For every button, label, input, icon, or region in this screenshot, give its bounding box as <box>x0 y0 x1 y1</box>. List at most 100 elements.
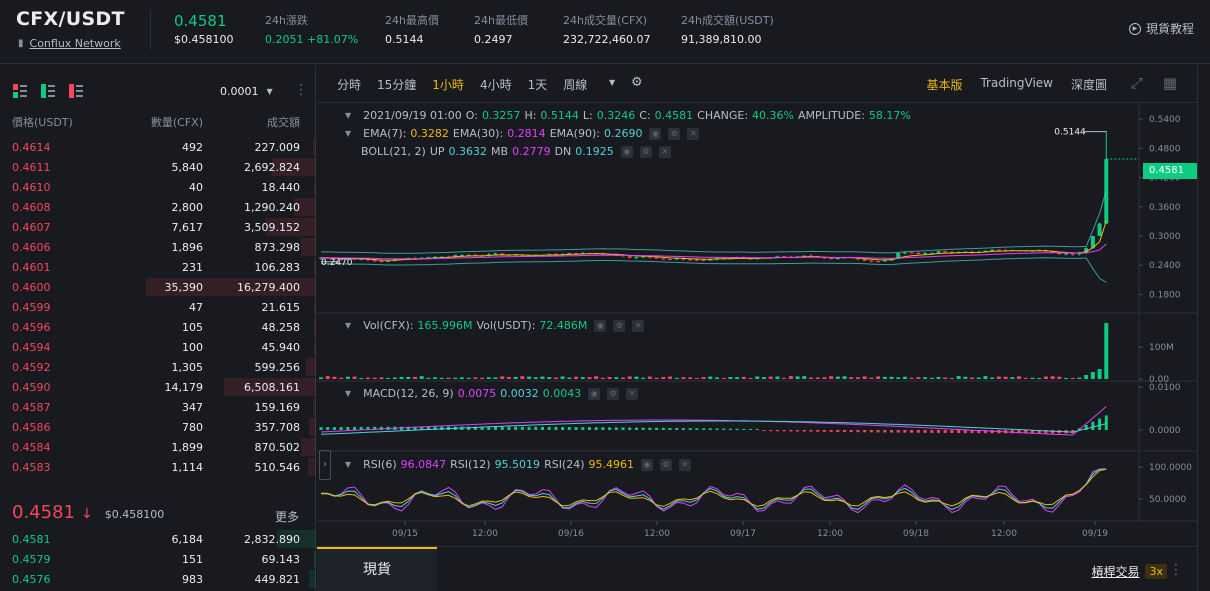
volume-bar <box>741 376 746 379</box>
orderbook-row[interactable]: 0.4583 1,114 510.546 <box>0 458 316 478</box>
pair-title[interactable]: CFX/USDT <box>16 8 125 30</box>
time-tick-label: 12:00 <box>817 529 843 539</box>
tab-spot[interactable]: 現貨 <box>317 547 437 591</box>
orderbook-row[interactable]: 0.4579 151 69.143 <box>0 550 316 570</box>
layout-asks-icon[interactable] <box>68 83 84 99</box>
orderbook-row[interactable]: 0.4600 35,390 16,279.400 <box>0 278 316 298</box>
tab-chart-view[interactable]: 基本版 <box>926 76 962 93</box>
tab-chart-view[interactable]: 深度圖 <box>1071 76 1107 93</box>
settings-icon[interactable]: ⚙ <box>613 319 626 332</box>
macd-hist-bar <box>876 430 880 433</box>
indicator-settings-icon[interactable]: ⚙ <box>631 75 643 90</box>
leverage-trading[interactable]: 槓桿交易 3x <box>1091 563 1167 580</box>
orderbook-row[interactable]: 0.4594 100 45.940 <box>0 338 316 358</box>
row-qty: 35,390 <box>164 281 204 294</box>
eye-icon[interactable]: ◉ <box>594 319 607 332</box>
orderbook-row[interactable]: 0.4614 492 227.009 <box>0 138 316 158</box>
orderbook-panel: 0.0001 ▼ ⋮ 價格(USDT) 數量(CFX) 成交額 0.4614 49… <box>0 65 316 591</box>
settings-icon[interactable]: ⚙ <box>639 145 652 158</box>
orderbook-row[interactable]: 0.4581 6,184 2,832.890 <box>0 530 316 550</box>
orderbook-row[interactable]: 0.4576 983 449.821 <box>0 570 316 590</box>
close-icon[interactable]: ✕ <box>632 319 645 332</box>
settings-icon[interactable]: ⚙ <box>607 387 620 400</box>
tab-chart-view[interactable]: TradingView <box>980 76 1053 93</box>
leverage-link[interactable]: 槓桿交易 <box>1091 563 1139 580</box>
macd-hist-bar <box>896 430 900 433</box>
volume-bar <box>439 377 444 379</box>
stat-label: 24h最低價 <box>474 14 528 27</box>
macd-hist-bar <box>561 426 565 430</box>
orderbook-row[interactable]: 0.4611 5,840 2,692.824 <box>0 158 316 178</box>
tab-interval[interactable]: 4小時 <box>480 76 512 93</box>
depth-bar <box>309 418 316 436</box>
layout-grid-icon[interactable]: ▦ <box>1163 74 1177 92</box>
caret-down-icon: ▼ <box>266 87 273 96</box>
more-vertical-icon[interactable]: ⋮ <box>294 82 308 98</box>
tab-interval[interactable]: 分時 <box>337 76 361 93</box>
orderbook-row[interactable]: 0.4590 14,179 6,508.161 <box>0 378 316 398</box>
orderbook-row[interactable]: 0.4608 2,800 1,290.240 <box>0 198 316 218</box>
macd-hist-bar <box>500 426 504 430</box>
volume-bar <box>1057 376 1062 379</box>
orderbook-row[interactable]: 0.4592 1,305 599.256 <box>0 358 316 378</box>
settings-icon[interactable]: ⚙ <box>660 458 673 471</box>
time-tick-label: 09/15 <box>392 529 418 539</box>
fullscreen-icon[interactable]: ⤢ <box>1131 74 1143 92</box>
collapse-triangle-icon[interactable]: ▼ <box>345 460 351 469</box>
ema30-label: EMA(30): <box>452 127 504 140</box>
stat-label: 24h漲跌 <box>265 14 308 27</box>
collapse-triangle-icon[interactable]: ▼ <box>345 321 351 330</box>
settings-icon[interactable]: ⚙ <box>668 127 681 140</box>
layout-both-icon[interactable] <box>12 83 28 99</box>
layout-bids-icon[interactable] <box>40 83 56 99</box>
tab-interval[interactable]: 1小時 <box>432 76 464 93</box>
tab-interval[interactable]: 周線 <box>563 76 587 93</box>
spot-tutorial-link[interactable]: ▶ 現貨教程 <box>1128 20 1194 37</box>
interval-caret-icon[interactable]: ▼ <box>609 78 615 87</box>
macd-hist-bar <box>554 426 558 430</box>
volume-bar <box>909 377 914 379</box>
orderbook-row[interactable]: 0.4607 7,617 3,509.152 <box>0 218 316 238</box>
collapse-triangle-icon[interactable]: ▼ <box>345 129 351 138</box>
orderbook-row[interactable]: 0.4587 347 159.169 <box>0 398 316 418</box>
macd-hist-bar <box>943 430 947 433</box>
eye-icon[interactable]: ◉ <box>588 387 601 400</box>
rsi24-label: RSI(24) <box>544 458 585 471</box>
orderbook-row[interactable]: 0.4584 1,899 870.502 <box>0 438 316 458</box>
chevron-right-icon[interactable]: › <box>319 450 331 480</box>
more-vertical-icon[interactable]: ⋮ <box>1169 562 1183 578</box>
eye-icon[interactable]: ◉ <box>649 127 662 140</box>
precision-select[interactable]: 0.0001 ▼ <box>220 85 273 98</box>
network-link[interactable]: Conflux Network <box>30 37 121 50</box>
collapse-triangle-icon[interactable]: ▼ <box>345 111 351 120</box>
depth-bar <box>314 318 316 336</box>
orderbook-row[interactable]: 0.4599 47 21.615 <box>0 298 316 318</box>
boll-dn-value: 0.1925 <box>575 145 614 158</box>
close-icon[interactable]: ✕ <box>658 145 671 158</box>
price-tick-label: 0.3000 <box>1149 232 1181 242</box>
tab-interval[interactable]: 15分鐘 <box>377 76 416 93</box>
orderbook-row[interactable]: 0.4586 780 357.708 <box>0 418 316 438</box>
macd-hist-bar <box>963 430 967 434</box>
orderbook-row[interactable]: 0.4601 231 106.283 <box>0 258 316 278</box>
eye-icon[interactable]: ◉ <box>641 458 654 471</box>
tab-interval[interactable]: 1天 <box>528 76 548 93</box>
orderbook-row[interactable]: 0.4610 40 18.440 <box>0 178 316 198</box>
more-link[interactable]: 更多 <box>275 508 299 525</box>
row-price: 0.4584 <box>12 441 51 454</box>
macd-hist-bar <box>802 430 806 432</box>
collapse-triangle-icon[interactable]: ▼ <box>345 389 351 398</box>
close-icon[interactable]: ✕ <box>687 127 700 140</box>
row-qty: 6,184 <box>171 533 204 546</box>
volume-bar <box>634 376 639 379</box>
orderbook-row[interactable]: 0.4596 105 48.258 <box>0 318 316 338</box>
candle-body <box>902 252 907 254</box>
boll-up-value: 0.3632 <box>448 145 488 158</box>
right-panel-edge <box>1197 65 1210 591</box>
rsi6-value: 96.0847 <box>400 458 447 471</box>
orderbook-row[interactable]: 0.4606 1,896 873.298 <box>0 238 316 258</box>
close-icon[interactable]: ✕ <box>626 387 639 400</box>
row-price: 0.4601 <box>12 261 51 274</box>
eye-icon[interactable]: ◉ <box>620 145 633 158</box>
close-icon[interactable]: ✕ <box>679 458 692 471</box>
